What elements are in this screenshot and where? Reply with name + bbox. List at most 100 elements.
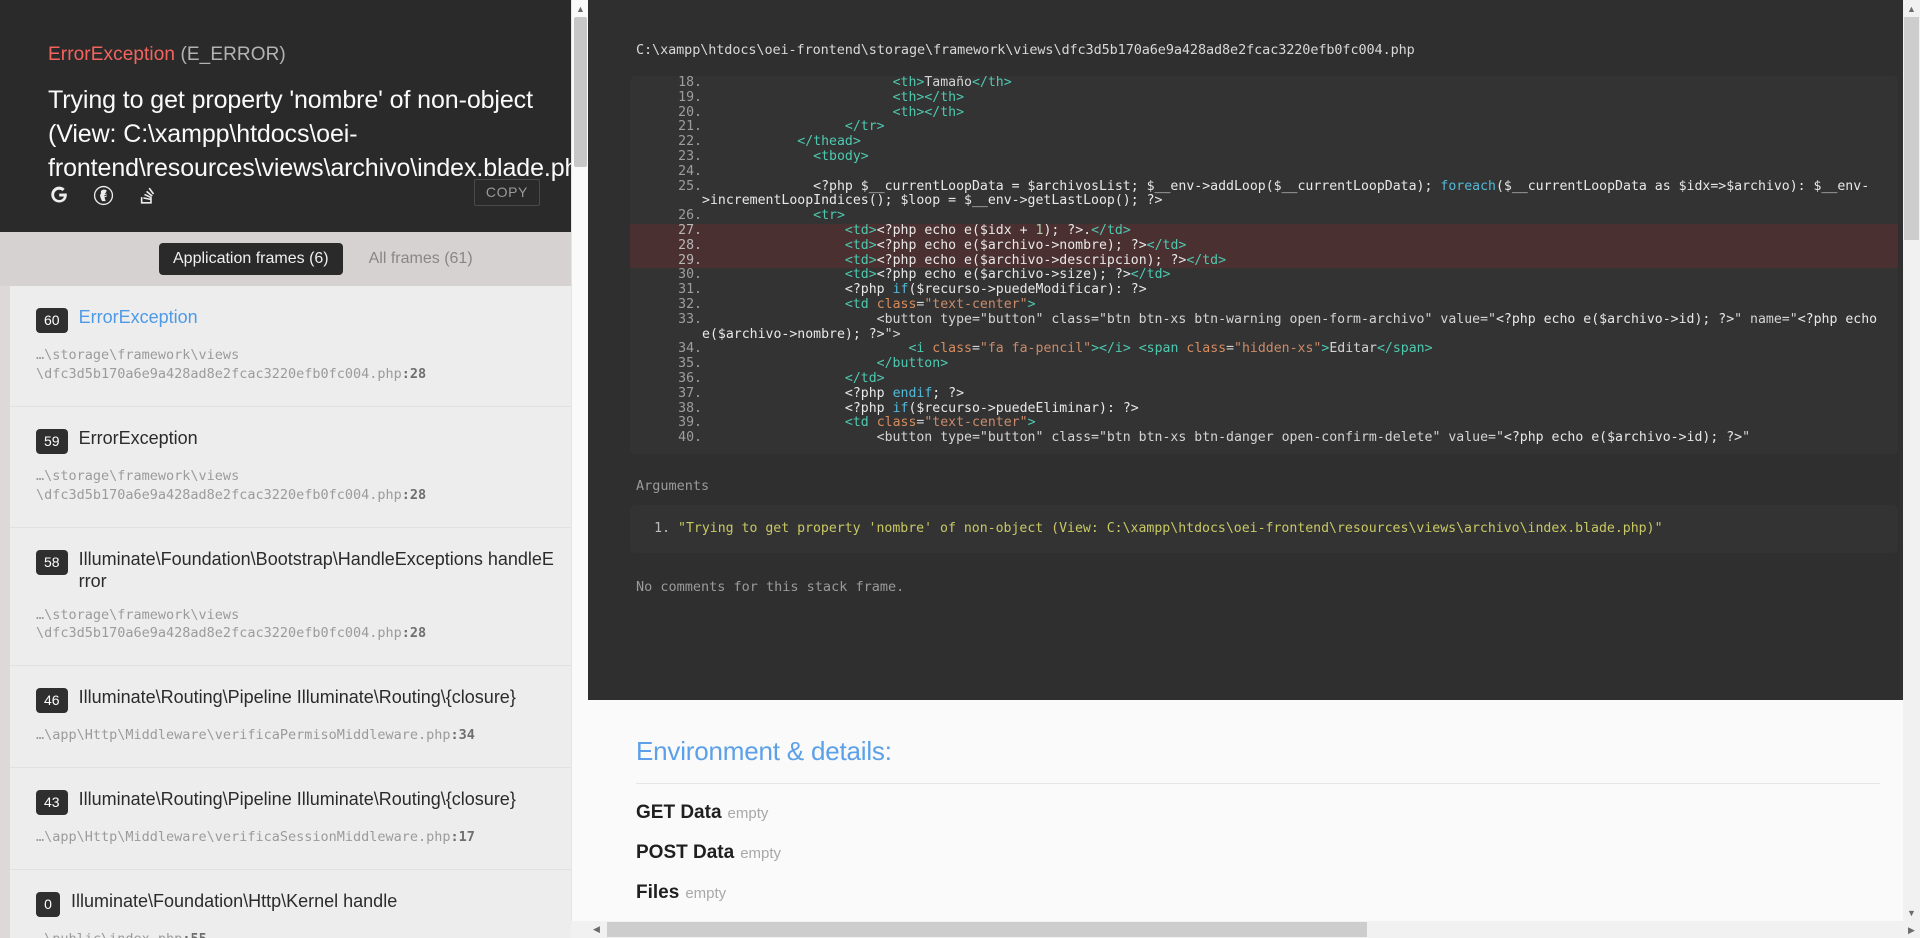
duckduckgo-icon[interactable]: [92, 184, 114, 206]
frame-title: 43 Illuminate\Routing\Pipeline Illuminat…: [36, 788, 558, 816]
frame-file-path: …\storage\framework\views \dfc3d5b170a6e…: [36, 346, 558, 384]
scroll-up-arrow-icon[interactable]: ▲: [572, 0, 588, 17]
code-line-content: <button type="button" class="btn btn-xs …: [876, 430, 1751, 446]
code-line: 25. <?php $__currentLoopData = $archivos…: [630, 178, 1898, 210]
env-label: Files: [636, 882, 680, 903]
code-line-content: <i class="fa fa-pencil"></i> <span class…: [908, 341, 1433, 357]
arguments-box: "Trying to get property 'nombre' of non-…: [630, 505, 1898, 553]
code-line: 31. <?php if($recurso->puedeModificar): …: [630, 282, 1898, 298]
code-line-content: <td><?php echo e($archivo->descripcion);…: [702, 253, 1898, 269]
code-line-number: 21.: [678, 119, 702, 135]
code-line-content: <td><?php echo e($idx + 1); ?>.</td>: [702, 223, 1898, 239]
code-line: 21. </tr>: [630, 119, 1898, 135]
code-line-number: 39.: [678, 415, 702, 431]
code-line-number: 26.: [678, 208, 702, 224]
code-line: 29. <td><?php echo e($archivo->descripci…: [630, 253, 1898, 269]
frame-name: Illuminate\Foundation\Http\Kernel handle: [71, 891, 398, 912]
stack-frame-58[interactable]: 58 Illuminate\Foundation\Bootstrap\Handl…: [10, 527, 588, 667]
page-scroll-down-arrow-icon[interactable]: ▼: [1903, 904, 1920, 921]
code-line: 19. <th></th>: [630, 89, 1898, 106]
code-line: 23. <tbody>: [630, 148, 1898, 165]
sidebar-scrollbar-thumb[interactable]: [574, 17, 587, 167]
code-line: 26. <tr>: [630, 208, 1898, 224]
code-line-number: 29.: [630, 253, 702, 269]
code-line-content: <th></th>: [892, 89, 965, 105]
environment-divider: [636, 783, 1880, 784]
frame-index-badge: 59: [36, 428, 68, 454]
code-line-number: 18.: [678, 76, 702, 90]
environment-section: Environment & details: GET Data empty POS…: [588, 700, 1920, 938]
code-line-content: <tr>: [813, 208, 845, 224]
exception-header: ErrorException (E_ERROR) Trying to get p…: [0, 0, 588, 232]
frame-file-path: …\storage\framework\views \dfc3d5b170a6e…: [36, 467, 558, 505]
code-line: 30. <td><?php echo e($archivo->size); ?>…: [630, 267, 1898, 283]
frame-name: Illuminate\Foundation\Bootstrap\HandleEx…: [78, 548, 554, 592]
code-line: 24.: [630, 164, 1898, 180]
code-line-number: 40.: [678, 430, 702, 446]
page-horizontal-scrollbar[interactable]: ◀ ▶: [588, 921, 1920, 938]
stack-frame-46[interactable]: 46 Illuminate\Routing\Pipeline Illuminat…: [10, 666, 588, 769]
code-line-number: 20.: [678, 104, 702, 120]
code-line-content: <td class="text-center">: [844, 296, 1036, 312]
code-line: 35. </button>: [630, 356, 1898, 372]
code-line-number: 27.: [630, 223, 702, 239]
code-line-content: <th></th>: [892, 104, 965, 120]
frame-name: ErrorException: [78, 307, 198, 327]
frame-file-path: …\app\Http\Middleware\verificaSessionMid…: [36, 828, 558, 847]
code-line: 22. </thead>: [630, 134, 1898, 150]
sidebar-scroll-corner: [571, 921, 588, 938]
stack-frame-59[interactable]: 59 ErrorException …\storage\framework\vi…: [10, 406, 588, 528]
scroll-left-arrow-icon[interactable]: ◀: [588, 921, 605, 938]
code-line-number: 32.: [678, 296, 702, 312]
env-value: empty: [740, 845, 782, 862]
frame-index-badge: 60: [36, 308, 68, 333]
code-line-content: </td>: [844, 370, 885, 386]
page-scroll-up-arrow-icon[interactable]: ▲: [1903, 0, 1920, 17]
stack-frame-0[interactable]: 0 Illuminate\Foundation\Http\Kernel hand…: [10, 870, 588, 938]
frame-line-number: :28: [401, 625, 427, 642]
scroll-right-arrow-icon[interactable]: ▶: [1903, 922, 1920, 938]
stack-frame-60[interactable]: 60 ErrorException …\storage\framework\vi…: [10, 286, 588, 407]
code-line-content: <td class="text-center">: [844, 415, 1036, 431]
frame-name: Illuminate\Routing\Pipeline Illuminate\R…: [78, 687, 516, 708]
exception-type-line: ErrorException (E_ERROR): [48, 44, 540, 67]
frame-name: ErrorException: [78, 427, 198, 448]
horizontal-scrollbar-thumb[interactable]: [607, 922, 1367, 937]
env-value: empty: [727, 805, 769, 822]
google-icon[interactable]: [48, 184, 70, 206]
frame-file-text: …\storage\framework\views \dfc3d5b170a6e…: [36, 467, 402, 503]
code-line: 33. <button type="button" class="btn btn…: [630, 311, 1898, 343]
page-scrollbar-thumb[interactable]: [1904, 17, 1919, 240]
code-line-content: <?php if($recurso->puedeEliminar): ?>: [844, 400, 1139, 416]
page-vertical-scrollbar[interactable]: ▲ ▼: [1903, 0, 1920, 921]
code-line-content: <th>Tamaño</th>: [892, 76, 1012, 90]
code-line: 32. <td class="text-center">: [630, 296, 1898, 313]
tab-all-frames[interactable]: All frames (61): [355, 243, 487, 275]
code-line-number: 28.: [630, 238, 702, 254]
frame-file-path: …\storage\framework\views \dfc3d5b170a6e…: [36, 606, 558, 644]
exception-message: Trying to get property 'nombre' of non-o…: [48, 85, 588, 182]
frame-title: 58 Illuminate\Foundation\Bootstrap\Handl…: [36, 548, 558, 593]
stack-frame-43[interactable]: 43 Illuminate\Routing\Pipeline Illuminat…: [10, 768, 588, 871]
copy-button[interactable]: COPY: [473, 179, 540, 206]
code-line-number: 22.: [678, 134, 702, 150]
code-line-content: </tr>: [844, 119, 885, 135]
stack-frames-list[interactable]: 60 ErrorException …\storage\framework\vi…: [0, 286, 588, 938]
code-viewer[interactable]: 18. <th>Tamaño</th> 19. <th></th> 20. <th>…: [630, 76, 1898, 454]
frame-title: 46 Illuminate\Routing\Pipeline Illuminat…: [36, 686, 558, 714]
frames-tabs: Application frames (6) All frames (61): [0, 232, 588, 286]
frame-line-number: :17: [450, 829, 475, 846]
code-line: 40. <button type="button" class="btn btn…: [630, 430, 1898, 446]
sidebar-vertical-scrollbar[interactable]: ▲ ▼: [571, 0, 588, 938]
code-line-number: 31.: [678, 282, 702, 298]
code-line-number: 34.: [678, 341, 702, 357]
frame-index-badge: 0: [36, 892, 60, 918]
stackoverflow-icon[interactable]: [136, 184, 158, 206]
frame-file-text: …\public\index.php: [36, 931, 182, 938]
code-line: 28. <td><?php echo e($archivo->nombre); …: [630, 238, 1898, 254]
code-line-content: <?php $__currentLoopData = $archivosList…: [702, 178, 1870, 209]
tab-application-frames[interactable]: Application frames (6): [159, 243, 343, 275]
code-line-number: 23.: [678, 148, 702, 164]
exception-class: ErrorException: [48, 44, 176, 65]
code-line-number: 33.: [678, 311, 702, 327]
